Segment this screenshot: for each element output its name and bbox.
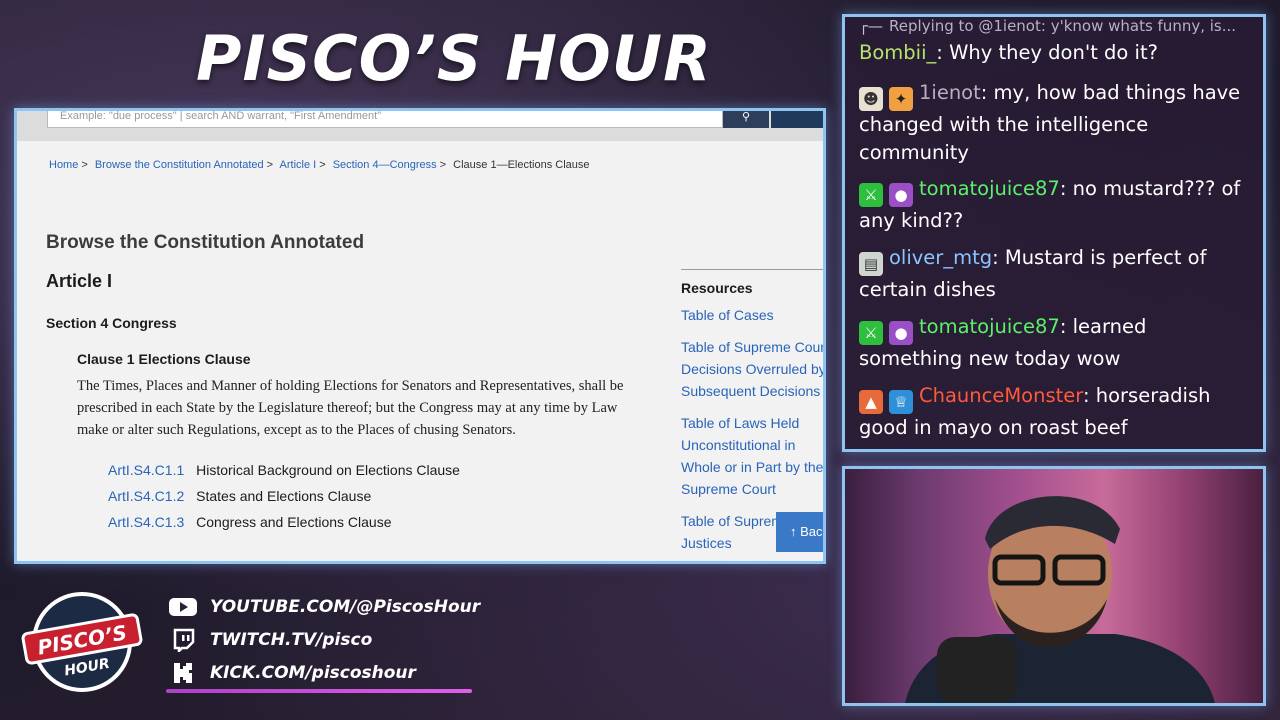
stack-badge-icon: ▤ [859,252,883,276]
social-label: YOUTUBE.COM/@PiscosHour [210,596,481,617]
search-input[interactable]: Example: "due process" | search AND warr… [47,111,723,128]
search-icon: ⚲ [741,110,751,123]
list-item: ArtI.S4.C1.2 States and Elections Clause [108,486,460,512]
resource-link-overruled[interactable]: Table of Supreme Court Decisions Overrul… [681,336,823,402]
search-button[interactable]: ⚲ [723,111,769,128]
breadcrumb-home[interactable]: Home [49,159,78,171]
subsection-link[interactable]: ArtI.S4.C1.3 [108,514,184,530]
chat-colon: : [1059,315,1073,338]
back-to-top-label: Back [800,524,823,539]
chat-message: ⚔ ● tomatojuice87: no mustard??? of any ki… [859,175,1251,235]
sword-badge-icon: ⚔ [859,321,883,345]
chat-username[interactable]: Bombii_ [859,41,936,64]
clause-subsection-list: ArtI.S4.C1.1 Historical Background on El… [108,460,460,538]
social-label: TWITCH.TV/pisco [210,629,373,650]
chat-colon: : [936,41,950,64]
sheep-badge-icon: ☻ [859,87,883,111]
grapes-badge-icon: ● [889,183,913,207]
breadcrumb: Home > Browse the Constitution Annotated >… [49,159,590,171]
reply-text: Replying to @1ienot: y'know whats funny,… [889,17,1237,35]
subscriber-badge-icon: ✦ [889,87,913,111]
social-twitch: TWITCH.TV/pisco [168,623,480,656]
reply-arrow-icon: ┌— [859,17,884,35]
section-heading: Section 4 Congress [46,315,177,331]
stream-title: PISCO’S HOUR [196,22,712,95]
chat-username[interactable]: tomatojuice87 [919,315,1060,338]
social-label: KICK.COM/piscoshour [210,662,416,683]
subsection-label: States and Elections Clause [196,488,372,504]
chat-username[interactable]: 1ienot [919,81,981,104]
chat-message: ▲ ♕ ChaunceMonster: horseradish good in ma… [859,382,1251,442]
chat-colon: : [980,81,994,104]
chat-username[interactable]: ChaunceMonster [919,384,1083,407]
article-heading: Article I [46,271,113,291]
streamer-silhouette [905,496,1215,703]
clause-text: The Times, Places and Manner of holding … [77,378,624,438]
chat-colon: : [992,246,1005,269]
crown-badge-icon: ♕ [889,390,913,414]
breadcrumb-section[interactable]: Section 4—Congress [333,159,437,171]
fox-badge-icon: ▲ [859,390,883,414]
sword-badge-icon: ⚔ [859,183,883,207]
list-item: ArtI.S4.C1.3 Congress and Elections Clau… [108,512,460,538]
breadcrumb-current: Clause 1—Elections Clause [453,159,590,171]
social-links: YOUTUBE.COM/@PiscosHour TWITCH.TV/pisco … [168,590,480,689]
youtube-icon [168,596,198,618]
twitch-icon [168,628,198,652]
chat-message: ☻ ✦ 1ienot: my, how bad things have change… [859,79,1251,167]
subsection-label: Historical Background on Elections Claus… [196,462,460,478]
chat-colon: : [1059,177,1073,200]
subsection-link[interactable]: ArtI.S4.C1.1 [108,462,184,478]
social-kick: KICK.COM/piscoshour [168,656,480,689]
chat-text: my, how bad things have changed with the… [859,81,1241,164]
grapes-badge-icon: ● [889,321,913,345]
resources-title: Resources [681,280,753,296]
resource-link-unconstitutional[interactable]: Table of Laws Held Unconstitutional in W… [681,412,823,500]
page-title: Browse the Constitution Annotated [46,232,365,253]
chat-colon: : [1082,384,1096,407]
social-underline-bar [166,689,472,693]
chat-message: ⚔ ● tomatojuice87: learned something new t… [859,313,1251,373]
chat-username[interactable]: oliver_mtg [889,246,992,269]
chat-message: ▤ oliver_mtg: Mustard is perfect of certa… [859,244,1251,304]
arrow-up-icon: ↑ [790,524,797,539]
breadcrumb-article[interactable]: Article I [280,159,317,171]
kick-icon [168,662,198,684]
chat-panel: ┌— Replying to @1ienot: y'know whats funn… [842,14,1266,452]
resource-link-cases[interactable]: Table of Cases [681,304,823,326]
social-youtube: YOUTUBE.COM/@PiscosHour [168,590,480,623]
chat-text: Why they don't do it? [949,41,1158,64]
breadcrumb-browse[interactable]: Browse the Constitution Annotated [95,159,264,171]
browser-top-bar: Example: "due process" | search AND warr… [17,111,823,141]
browser-capture: Example: "due process" | search AND warr… [14,108,826,564]
webcam-feed [842,466,1266,706]
back-to-top-button[interactable]: ↑ Back [776,512,823,552]
clause-heading: Clause 1 Elections Clause [77,351,251,367]
chat-username[interactable]: tomatojuice87 [919,177,1060,200]
site-nav-bar [771,111,823,128]
chat-reply-context: ┌— Replying to @1ienot: y'know whats funn… [859,17,1259,35]
subsection-link[interactable]: ArtI.S4.C1.2 [108,488,184,504]
chat-message: Bombii_: Why they don't do it? [859,39,1251,67]
subsection-label: Congress and Elections Clause [196,514,392,530]
list-item: ArtI.S4.C1.1 Historical Background on El… [108,460,460,486]
pisco-hour-logo: PISCO’S HOUR [21,592,143,692]
